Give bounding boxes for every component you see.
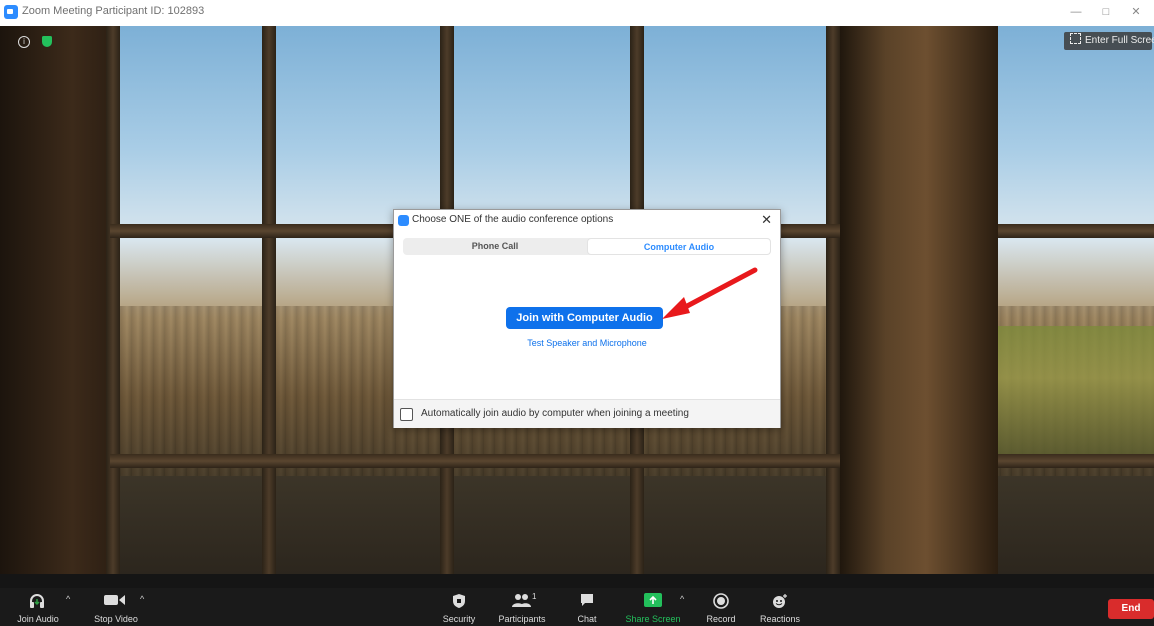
- reactions-button[interactable]: Reactions: [758, 588, 802, 626]
- audio-tabs: Phone Call Computer Audio: [403, 238, 771, 255]
- window-transom: [110, 454, 840, 468]
- participants-label: Participants: [498, 614, 546, 624]
- share-options-caret[interactable]: ^: [680, 594, 684, 604]
- zoom-window: Zoom Meeting Participant ID: 102893 — □ …: [0, 0, 1154, 626]
- zoom-app-icon: [4, 5, 18, 19]
- tab-phone-call[interactable]: Phone Call: [403, 238, 587, 255]
- chat-button[interactable]: Chat: [572, 588, 602, 626]
- smiley-plus-icon: [773, 594, 787, 608]
- record-button[interactable]: Record: [704, 588, 738, 626]
- dialog-footer: Automatically join audio by computer whe…: [394, 399, 780, 428]
- auto-join-label: Automatically join audio by computer whe…: [421, 408, 689, 419]
- participants-count: 1: [532, 592, 537, 601]
- record-icon: [713, 593, 729, 609]
- dialog-close-button[interactable]: ✕: [761, 212, 772, 228]
- background-trees-right: [998, 326, 1154, 456]
- fullscreen-icon: [1070, 33, 1081, 44]
- close-window-button[interactable]: ✕: [1126, 3, 1146, 21]
- shield-icon: [453, 594, 465, 608]
- audio-options-caret[interactable]: ^: [66, 594, 70, 604]
- join-audio-button[interactable]: Join Audio: [8, 588, 59, 626]
- encryption-shield-icon[interactable]: [42, 36, 52, 47]
- tab-computer-audio[interactable]: Computer Audio: [587, 238, 771, 255]
- chat-label: Chat: [577, 614, 597, 624]
- window-transom: [998, 454, 1154, 468]
- video-camera-icon: [104, 595, 125, 605]
- window-mullion: [106, 26, 120, 588]
- maximize-button[interactable]: □: [1096, 3, 1116, 21]
- share-screen-button[interactable]: Share Screen: [624, 588, 682, 626]
- join-audio-label: Join Audio: [17, 614, 59, 624]
- share-screen-icon: [644, 593, 662, 607]
- right-wall-post: [838, 26, 998, 588]
- left-wall: [0, 26, 120, 588]
- security-label: Security: [442, 614, 476, 624]
- video-bottom-strip: [0, 574, 1154, 588]
- enter-full-screen-button[interactable]: Enter Full Screen: [1064, 32, 1154, 50]
- reactions-label: Reactions: [759, 614, 801, 624]
- participants-button[interactable]: 1 Participants: [494, 588, 550, 626]
- headphones-icon: [30, 594, 44, 608]
- window-title: Zoom Meeting Participant ID: 102893: [22, 5, 205, 17]
- security-button[interactable]: Security: [440, 588, 478, 626]
- window-mullion: [826, 26, 840, 588]
- video-options-caret[interactable]: ^: [140, 594, 144, 604]
- participants-icon: [512, 594, 531, 607]
- window-transom: [998, 224, 1154, 238]
- minimize-button[interactable]: —: [1066, 3, 1086, 21]
- chat-bubble-icon: [581, 594, 593, 606]
- title-bar: Zoom Meeting Participant ID: 102893 — □ …: [0, 0, 1154, 27]
- annotation-arrow-icon: [662, 267, 758, 319]
- test-speaker-microphone-link[interactable]: Test Speaker and Microphone: [394, 338, 780, 348]
- stop-video-label: Stop Video: [94, 614, 138, 624]
- stop-video-button[interactable]: Stop Video: [90, 588, 142, 626]
- auto-join-checkbox[interactable]: [400, 408, 413, 421]
- end-meeting-button[interactable]: End: [1108, 599, 1154, 619]
- zoom-app-icon: [398, 215, 409, 226]
- info-icon[interactable]: i: [18, 36, 30, 48]
- record-label: Record: [706, 614, 736, 624]
- meeting-toolbar: Join Audio ^ Stop Video ^ Security 1 Par…: [0, 588, 1154, 626]
- fullscreen-label: Enter Full Screen: [1085, 35, 1154, 46]
- dialog-title: Choose ONE of the audio conference optio…: [412, 214, 614, 225]
- dialog-title-bar: Choose ONE of the audio conference optio…: [394, 210, 780, 230]
- share-screen-label: Share Screen: [625, 614, 681, 624]
- window-mullion: [262, 26, 276, 588]
